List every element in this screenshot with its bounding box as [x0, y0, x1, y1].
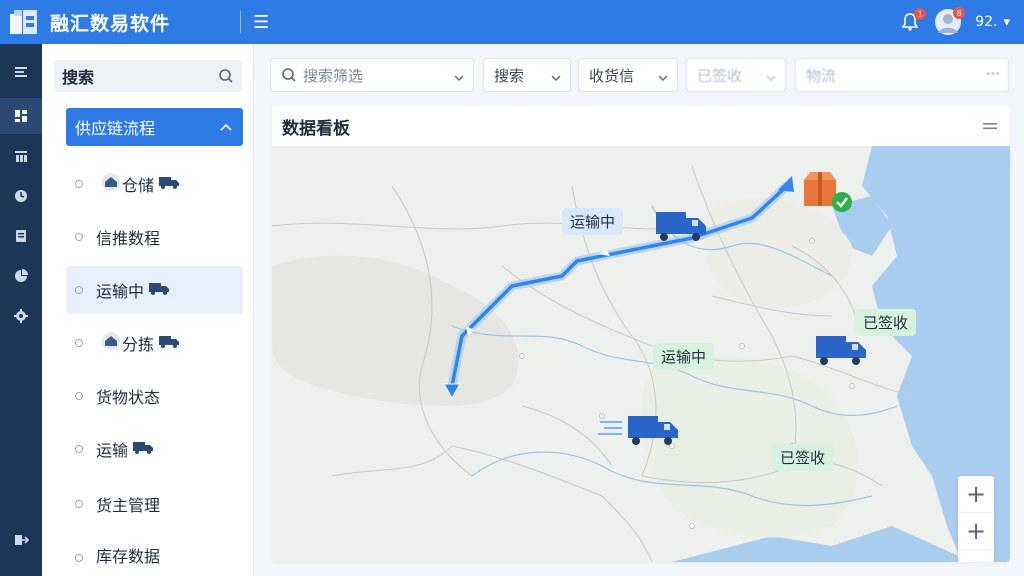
- truck-icon: [158, 174, 180, 194]
- map-label-in-transit[interactable]: 运输中: [653, 343, 715, 370]
- panel-title: 数据看板: [282, 118, 350, 139]
- avatar-badge: 8: [953, 7, 966, 19]
- map-label-in-transit[interactable]: 运输中: [562, 208, 624, 235]
- sidebar-item-in-transit[interactable]: 运输中: [66, 266, 243, 314]
- chevron-down-icon: [657, 70, 669, 88]
- logo-icon: [8, 6, 40, 38]
- sidebar-item-label: 运输: [96, 441, 129, 460]
- menu-icon[interactable]: [0, 54, 42, 90]
- more-icon[interactable]: ···: [986, 65, 1000, 83]
- warehouse-icon: [100, 332, 122, 354]
- item-dot: [75, 180, 83, 188]
- zoom-controls: + + −: [958, 476, 994, 562]
- logout-icon[interactable]: [0, 522, 42, 558]
- app-title: 融汇数易软件: [50, 12, 171, 35]
- sidebar-item-warehouse[interactable]: 仓储: [66, 160, 243, 208]
- document-icon[interactable]: [0, 218, 42, 254]
- sidebar-item-sorting[interactable]: 分拣: [66, 319, 243, 367]
- map-canvas: [272, 146, 1010, 562]
- search-icon[interactable]: [218, 68, 234, 88]
- settings-icon[interactable]: [0, 298, 42, 334]
- sidebar-item-transport[interactable]: 运输: [66, 425, 243, 473]
- panel-menu-icon[interactable]: [982, 118, 998, 137]
- zoom-in-button[interactable]: +: [958, 476, 994, 513]
- sidebar-group-label: 供应链流程: [75, 119, 156, 138]
- truck-icon: [158, 333, 180, 353]
- sidebar-search[interactable]: 搜索: [54, 60, 242, 92]
- chevron-down-icon: [453, 70, 465, 88]
- sidebar-search-label: 搜索: [62, 68, 95, 87]
- sidebar-group-supply-chain[interactable]: 供应链流程: [66, 108, 243, 146]
- truck-icon: [148, 280, 170, 300]
- menu-toggle-icon[interactable]: ☰: [253, 12, 269, 33]
- map-label-signed[interactable]: 已签收: [855, 309, 917, 336]
- chevron-down-icon: [765, 70, 777, 88]
- sidebar-item-label: 货主管理: [96, 496, 161, 515]
- clock-icon[interactable]: [0, 178, 42, 214]
- sidebar-item-cargo-status[interactable]: 货物状态: [66, 372, 243, 420]
- filter-select-3-value: 已签收: [697, 66, 743, 85]
- sidebar-item-label: 仓储: [122, 176, 155, 195]
- sidebar-item-label: 信推数程: [96, 229, 161, 248]
- item-dot: [75, 233, 83, 241]
- chevron-down-icon[interactable]: ▾: [1003, 15, 1010, 30]
- zoom-out-button[interactable]: −: [958, 550, 994, 563]
- sidebar: 搜索 供应链流程 仓储 信推数程 运输中 分拣 货物状态 运输 货主管理 库存数…: [42, 44, 254, 576]
- chevron-down-icon: [550, 70, 562, 88]
- map-label-signed[interactable]: 已签收: [772, 444, 834, 471]
- filter-select-1[interactable]: 搜索: [483, 58, 571, 92]
- left-rail: [0, 44, 42, 576]
- item-dot: [75, 339, 83, 347]
- notification-badge: 1: [914, 8, 927, 20]
- item-dot: [75, 554, 83, 562]
- sidebar-item-label: 货物状态: [96, 388, 161, 407]
- item-dot: [75, 392, 83, 400]
- search-input[interactable]: 搜索筛选: [270, 58, 474, 92]
- filter-select-1-value: 搜索: [494, 66, 525, 85]
- search-icon: [281, 67, 297, 83]
- avatar[interactable]: 8: [935, 7, 966, 35]
- filter-select-2[interactable]: 收货信: [578, 58, 678, 92]
- chart-icon[interactable]: [0, 258, 42, 294]
- item-dot: [75, 445, 83, 453]
- dashboard-panel: 数据看板 运输中 运输中 已签收 已签收 + +: [272, 106, 1010, 562]
- user-name[interactable]: 92.: [975, 14, 997, 30]
- building-icon[interactable]: [0, 138, 42, 174]
- map-view[interactable]: 运输中 运输中 已签收 已签收 + + −: [272, 146, 1010, 562]
- item-dot: [75, 500, 83, 508]
- sidebar-item-owner[interactable]: 货主管理: [66, 480, 243, 528]
- chevron-up-icon[interactable]: [219, 120, 233, 139]
- dashboard-icon[interactable]: [0, 98, 42, 134]
- sidebar-item-label: 运输中: [96, 282, 145, 301]
- filter-select-2-value: 收货信: [589, 66, 635, 85]
- notification-bell-icon[interactable]: 1: [899, 8, 927, 33]
- item-dot: [75, 286, 83, 294]
- truck-icon: [132, 439, 154, 459]
- warehouse-icon: [100, 173, 122, 195]
- sidebar-item-info-data[interactable]: 信推数程: [66, 213, 243, 261]
- sidebar-item-inventory[interactable]: 库存数据: [66, 534, 243, 576]
- filter-select-3[interactable]: 已签收: [686, 58, 786, 92]
- sidebar-item-label: 库存数据: [96, 547, 161, 566]
- header-divider: [240, 11, 242, 33]
- filter-input-4[interactable]: 物流 ···: [795, 58, 1009, 92]
- sidebar-item-label: 分拣: [122, 335, 155, 354]
- search-placeholder: 搜索筛选: [303, 66, 364, 85]
- zoom-in-button-2[interactable]: +: [958, 513, 994, 550]
- app-header: 融汇数易软件 ☰ 1 8 92. ▾: [0, 0, 1024, 44]
- filter-input-4-value: 物流: [806, 66, 837, 85]
